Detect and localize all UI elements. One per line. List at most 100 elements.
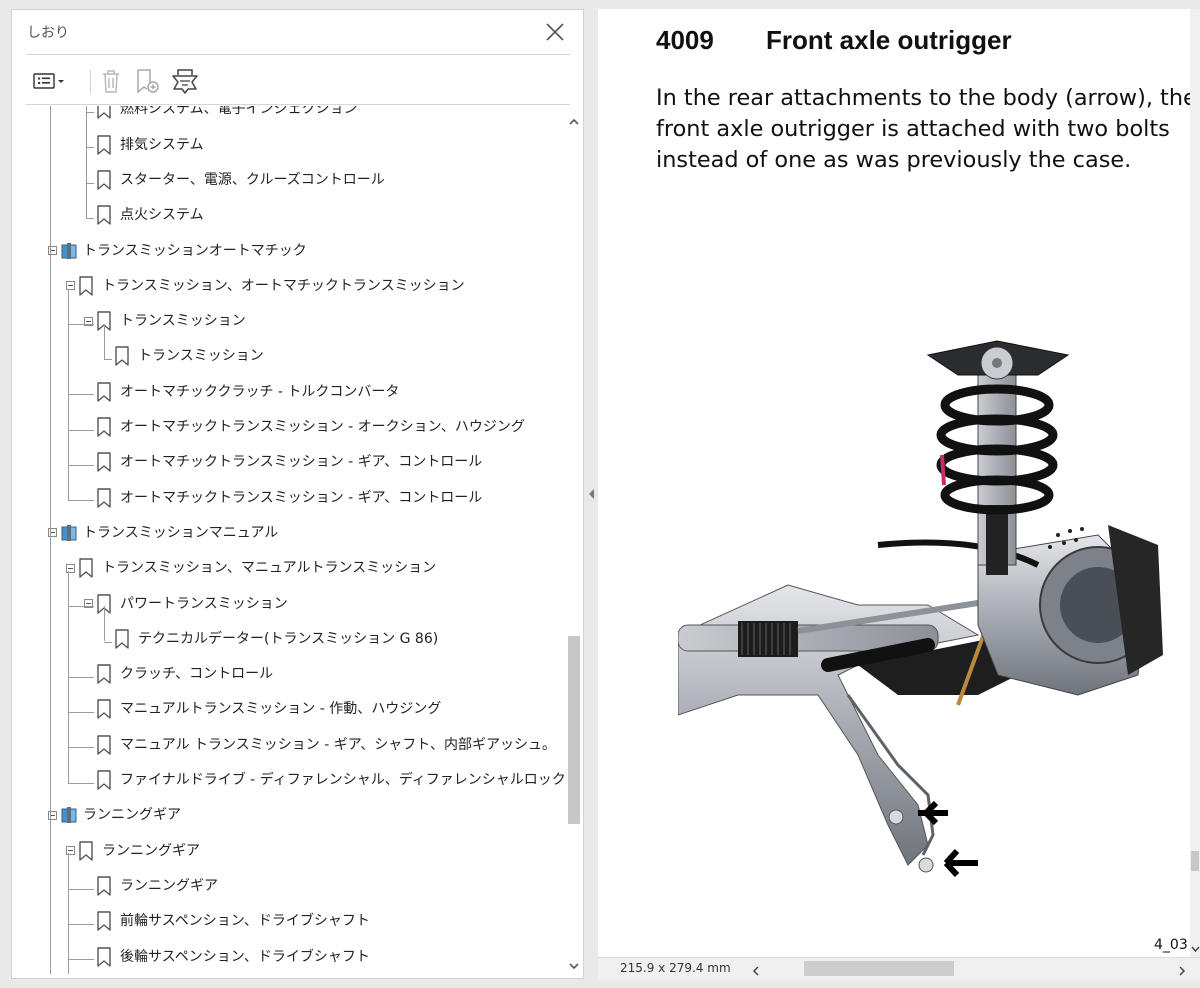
bookmark-item[interactable]: ファイナルドライブ - ディファレンシャル、ディファレンシャルロック — [96, 765, 564, 795]
tree-line — [86, 147, 94, 149]
section-heading: 4009 Front axle outrigger — [656, 25, 1012, 56]
bookmark-label: テクニカルデーター(トランスミッション G 86) — [138, 630, 439, 647]
bookmark-item[interactable]: トランスミッション — [84, 306, 246, 336]
bookmark-icon — [97, 946, 111, 967]
find-bookmark-icon — [172, 69, 198, 94]
book-icon — [61, 524, 77, 541]
front-axle-illustration — [678, 340, 1163, 878]
bookmark-icon — [97, 134, 111, 155]
bookmark-item[interactable]: テクニカルデーター(トランスミッション G 86) — [114, 624, 438, 654]
bookmark-item[interactable]: オートマチックトランスミッション - ギア、コントロール — [96, 483, 482, 513]
toolbar-divider — [90, 70, 91, 94]
bookmark-icon — [97, 911, 111, 931]
chevron-up-icon — [569, 118, 579, 125]
bookmark-label: トランスミッションマニュアル — [83, 524, 279, 541]
tree-line — [68, 394, 94, 396]
horizontal-scroll-thumb[interactable] — [804, 961, 954, 976]
tree-line — [68, 712, 94, 714]
bookmark-item[interactable]: マニュアルトランスミッション - 作動、ハウジング — [96, 694, 441, 724]
tree-line — [104, 359, 112, 361]
tree-line — [68, 323, 94, 325]
collapse-panel-handle[interactable] — [586, 486, 596, 500]
new-bookmark-button[interactable] — [134, 66, 162, 96]
bookmark-item[interactable]: トランスミッション、マニュアルトランスミッション — [66, 553, 436, 583]
bookmark-label: トランスミッション、オートマチックトランスミッション — [102, 277, 465, 294]
toolbar-divider-bottom — [26, 104, 570, 105]
tree-line — [68, 676, 94, 678]
bookmark-group-item[interactable]: ランニングギア — [48, 800, 181, 830]
tree-line — [50, 106, 51, 974]
find-bookmark-button[interactable] — [170, 66, 200, 96]
bookmark-label: ランニングギア — [83, 807, 181, 824]
bookmark-item[interactable]: マニュアル トランスミッション - ギア、シャフト、内部ギアッシュ。 — [96, 730, 556, 760]
pdf-viewer-window: しおり 燃料システム、電子インジェクション 排気システム スターター、電源、クル… — [0, 0, 1200, 988]
panel-title: しおり — [27, 25, 69, 41]
bookmark-label: トランスミッション、マニュアルトランスミッション — [102, 560, 437, 577]
tree-line — [86, 182, 94, 184]
bookmark-label: スターター、電源、クルーズコントロール — [120, 171, 385, 188]
bookmark-item[interactable]: ランニングギア — [96, 871, 218, 901]
page-identifier: 4_03 — [1154, 937, 1188, 953]
bookmark-label: 前輪サスペンション、ドライブシャフト — [120, 913, 370, 930]
bookmark-item[interactable]: スターター、電源、クルーズコントロール — [96, 165, 385, 195]
scroll-left-button[interactable] — [750, 962, 762, 976]
chevron-left-icon — [589, 489, 594, 499]
bookmark-icon — [97, 770, 111, 790]
scroll-down-button[interactable] — [567, 958, 581, 972]
bookmark-label: オートマチックトランスミッション - ギア、コントロール — [120, 454, 483, 471]
status-bar: 215.9 x 279.4 mm — [598, 957, 1200, 979]
scrollbar-thumb[interactable] — [568, 636, 580, 824]
tree-line — [104, 323, 105, 360]
bookmark-item[interactable]: クラッチ、コントロール — [96, 659, 273, 689]
tree-line — [68, 747, 94, 749]
bookmark-label: ファイナルドライブ - ディファレンシャル、ディファレンシャルロック — [120, 772, 564, 789]
bookmark-group-item[interactable]: トランスミッションマニュアル — [48, 518, 278, 548]
bookmark-item[interactable]: 点火システム — [96, 200, 204, 230]
tree-line — [86, 112, 94, 113]
tree-line — [68, 500, 94, 502]
chevron-down-icon — [569, 963, 579, 970]
chevron-left-icon — [752, 966, 759, 976]
bookmark-item[interactable]: オートマチックトランスミッション - ギア、コントロール — [96, 447, 482, 477]
bookmark-icon — [97, 735, 111, 755]
bookmark-item[interactable]: オートマチッククラッチ - トルクコンバータ — [96, 377, 399, 407]
tree-line — [68, 465, 94, 466]
bookmark-item[interactable]: ランニングギア — [66, 836, 200, 866]
scroll-right-button[interactable] — [1176, 962, 1188, 976]
bookmark-label: 後輪サスペンション、ドライブシャフト — [120, 948, 370, 965]
bookmark-item[interactable]: 前輪サスペンション、ドライブシャフト — [96, 906, 370, 936]
list-options-icon — [33, 73, 64, 89]
bookmark-label: ランニングギア — [120, 877, 218, 894]
scroll-up-button[interactable] — [567, 114, 581, 128]
section-number: 4009 — [656, 25, 714, 55]
bookmark-item[interactable]: トランスミッション、オートマチックトランスミッション — [66, 271, 465, 301]
bookmark-item[interactable]: パワートランスミッション — [84, 589, 288, 619]
bookmark-label: 排気システム — [120, 136, 204, 153]
panel-header: しおり — [12, 10, 583, 54]
options-button[interactable] — [32, 66, 68, 96]
tree-line — [68, 853, 69, 974]
bookmark-label: パワートランスミッション — [120, 595, 288, 612]
panel-scrollbar[interactable] — [565, 106, 583, 978]
bookmark-icon — [97, 699, 111, 720]
bookmark-item[interactable]: トランスミッション — [114, 341, 264, 371]
bookmark-item[interactable]: 後輪サスペンション、ドライブシャフト — [96, 942, 370, 972]
bookmark-icon — [79, 840, 93, 861]
document-vertical-scrollbar[interactable] — [1190, 9, 1200, 957]
trash-icon — [103, 70, 119, 93]
bookmark-item[interactable]: 排気システム — [96, 130, 204, 160]
bookmark-item[interactable]: 燃料システム、電子インジェクション — [96, 106, 358, 124]
delete-bookmark-button[interactable] — [98, 66, 124, 96]
bookmark-group-item[interactable]: トランスミッションオートマチック — [48, 236, 307, 266]
bookmark-icon — [97, 106, 111, 120]
bookmark-label: トランスミッション — [138, 348, 264, 365]
close-panel-button[interactable] — [543, 20, 567, 44]
bookmark-tree: 燃料システム、電子インジェクション排気システムスターター、電源、クルーズコントロ… — [12, 106, 564, 974]
bookmark-label: トランスミッション — [120, 313, 246, 330]
document-page: 4009 Front axle outrigger In the rear att… — [598, 9, 1190, 957]
document-scroll-thumb[interactable] — [1191, 851, 1199, 871]
bookmark-label: トランスミッションオートマチック — [83, 242, 307, 259]
document-scroll-down-button[interactable] — [1191, 940, 1200, 953]
bookmark-item[interactable]: オートマチックトランスミッション - オークション、ハウジング — [96, 412, 525, 442]
section-title: Front axle outrigger — [766, 25, 1012, 55]
